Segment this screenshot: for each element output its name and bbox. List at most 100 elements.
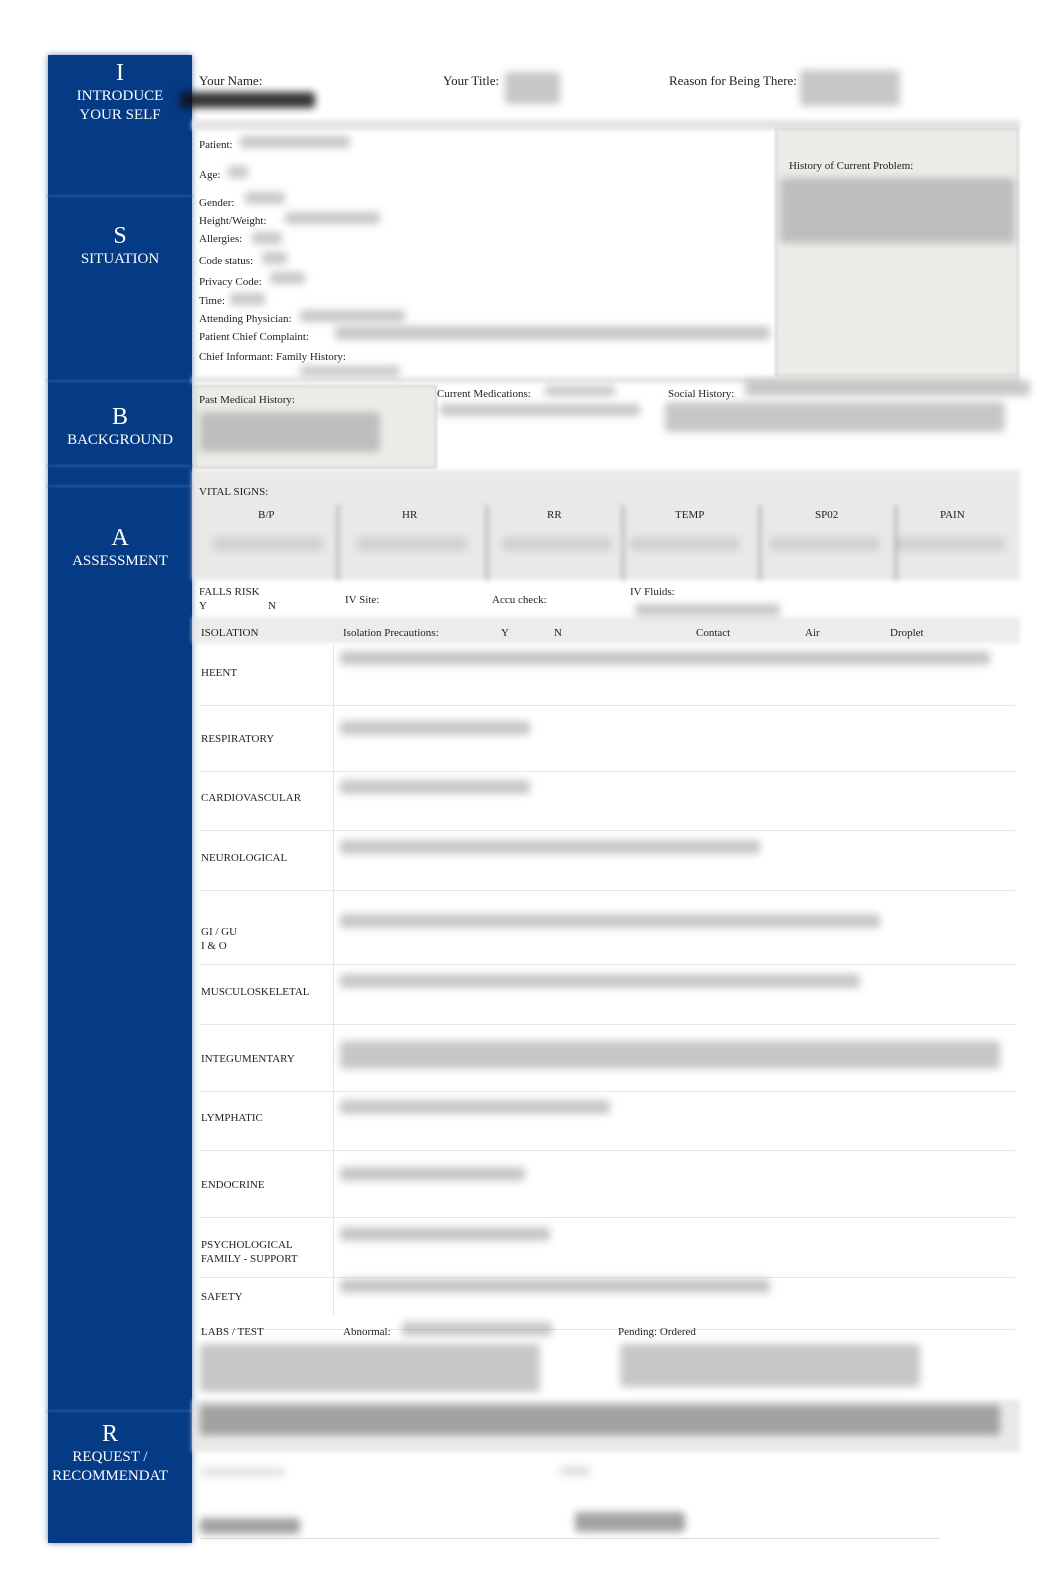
title-value	[505, 72, 560, 104]
system-label: INTEGUMENTARY	[201, 1053, 295, 1065]
divider	[757, 505, 763, 580]
divider	[620, 505, 626, 580]
divider	[48, 1410, 192, 1412]
vitals-value	[630, 537, 740, 551]
height-weight-value	[285, 212, 380, 224]
system-label: NEUROLOGICAL	[201, 852, 288, 864]
family-history-value	[300, 366, 400, 376]
system-notes	[340, 1167, 525, 1181]
section-title: ASSESSMENT	[72, 553, 168, 569]
age-label: Age:	[199, 169, 221, 181]
labs-value	[200, 1344, 540, 1392]
footer-text	[200, 1468, 285, 1476]
divider	[48, 195, 192, 197]
section-situation: S SITUATION	[48, 222, 192, 269]
pending-label: Pending: Ordered	[618, 1326, 696, 1338]
system-notes	[340, 780, 530, 794]
system-notes	[340, 914, 880, 928]
falls-yes[interactable]: Y	[199, 600, 207, 612]
system-label: SAFETY	[201, 1291, 243, 1303]
iv-fluids-label: IV Fluids:	[630, 586, 675, 598]
age-value	[228, 166, 248, 178]
system-notes	[340, 651, 990, 665]
signature-line	[200, 1538, 940, 1539]
patient-label: Patient:	[199, 139, 233, 151]
system-label: ENDOCRINE	[201, 1179, 265, 1191]
signature	[575, 1512, 685, 1532]
section-letter: S	[113, 223, 127, 249]
section-background: B BACKGROUND	[48, 403, 192, 450]
divider	[200, 1150, 1015, 1151]
time-value	[230, 293, 265, 305]
system-notes	[340, 840, 760, 854]
divider	[48, 465, 192, 467]
vitals-col-bp: B/P	[258, 509, 275, 521]
system-label: HEENT	[201, 667, 238, 679]
isolation-yes[interactable]: Y	[501, 627, 509, 639]
current-meds-value	[545, 386, 615, 396]
vitals-value	[357, 537, 467, 551]
isolation-precautions-label: Isolation Precautions:	[343, 627, 439, 639]
social-history-value	[745, 380, 1030, 396]
labs-label: LABS / TEST	[201, 1326, 264, 1338]
system-label: PSYCHOLOGICAL	[201, 1239, 293, 1251]
past-medical-value	[200, 412, 380, 452]
recommendation-value	[200, 1405, 1000, 1435]
divider	[200, 771, 1015, 772]
past-medical-label: Past Medical History:	[199, 394, 295, 406]
code-status-value	[262, 252, 287, 264]
section-recommendation: R REQUEST / RECOMMENDAT	[38, 1420, 182, 1486]
divider	[48, 380, 192, 382]
history-current-value	[780, 178, 1015, 243]
patient-value	[240, 136, 350, 148]
section-letter: R	[101, 1421, 118, 1447]
isolation-label: ISOLATION	[201, 627, 259, 639]
privacy-code-label: Privacy Code:	[199, 276, 262, 288]
current-meds-value	[440, 404, 640, 416]
section-title: YOUR SELF	[79, 107, 161, 123]
chief-informant-label: Chief Informant:	[199, 351, 274, 363]
system-notes	[340, 721, 530, 735]
your-title-label: Your Title:	[443, 73, 500, 88]
divider	[200, 1277, 1015, 1278]
isolation-droplet[interactable]: Droplet	[890, 627, 924, 639]
isolation-air[interactable]: Air	[805, 627, 820, 639]
section-title: SITUATION	[80, 251, 160, 267]
attending-label: Attending Physician:	[199, 313, 292, 325]
divider	[335, 505, 341, 580]
system-notes	[340, 1227, 550, 1241]
section-introduce: I INTRODUCE YOUR SELF	[48, 59, 192, 125]
social-history-value	[665, 402, 1005, 432]
divider	[200, 890, 1015, 891]
divider	[200, 964, 1015, 965]
chief-complaint-label: Patient Chief Complaint:	[199, 331, 309, 343]
system-label: FAMILY - SUPPORT	[201, 1253, 298, 1265]
abnormal-label: Abnormal:	[343, 1326, 391, 1338]
vitals-col-sp02: SP02	[815, 509, 839, 521]
gender-value	[245, 192, 285, 204]
pending-value	[620, 1344, 920, 1387]
footer-text	[560, 1466, 590, 1476]
section-letter: B	[111, 404, 128, 430]
falls-risk-label: FALLS RISK	[199, 586, 260, 598]
vitals-col-pain: PAIN	[940, 509, 965, 521]
vitals-col-temp: TEMP	[675, 509, 705, 521]
section-letter: A	[111, 525, 129, 551]
section-title: REQUEST /	[72, 1449, 148, 1465]
sbar-sidebar: I INTRODUCE YOUR SELF S SITUATION B BACK…	[48, 55, 192, 1543]
falls-no[interactable]: N	[268, 600, 276, 612]
section-assessment: A ASSESSMENT	[48, 524, 192, 571]
system-notes	[340, 1279, 770, 1293]
allergies-label: Allergies:	[199, 233, 243, 245]
divider	[200, 830, 1015, 831]
system-label: I & O	[201, 940, 227, 952]
isolation-no[interactable]: N	[554, 627, 562, 639]
chief-complaint-value	[335, 326, 770, 340]
isolation-contact[interactable]: Contact	[696, 627, 730, 639]
system-notes	[340, 974, 860, 988]
section-title: BACKGROUND	[67, 432, 173, 448]
reason-value	[800, 70, 900, 106]
system-label: MUSCULOSKELETAL	[201, 986, 310, 998]
divider	[200, 705, 1015, 706]
accu-check-label: Accu check:	[492, 594, 547, 606]
